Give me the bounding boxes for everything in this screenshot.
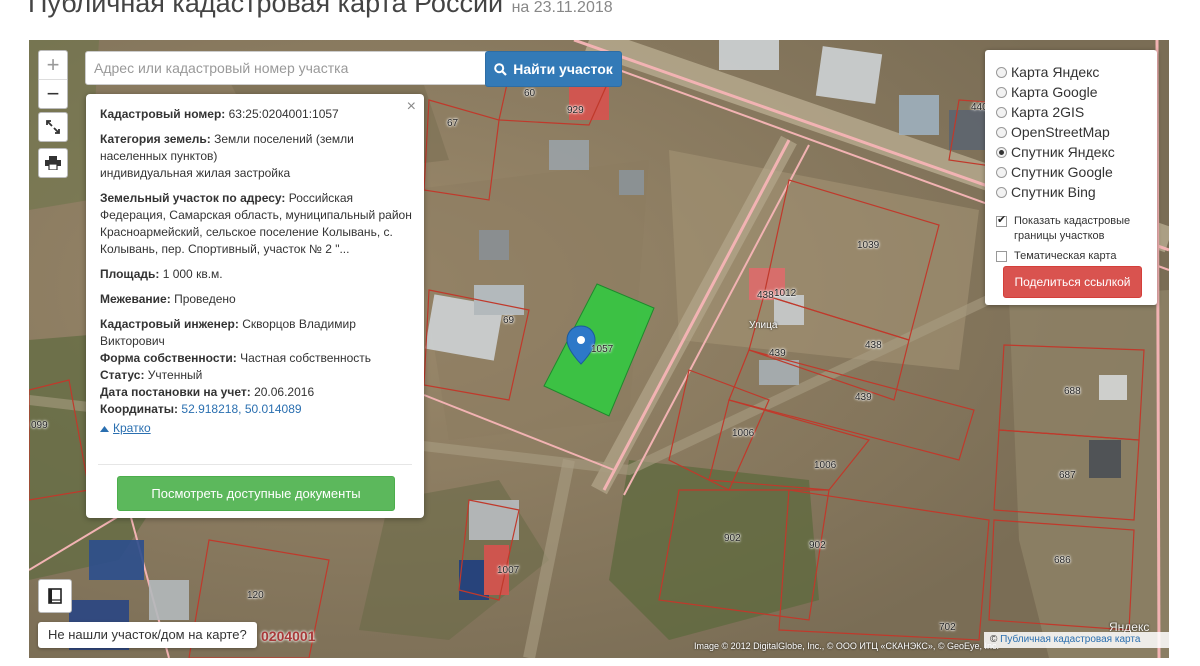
search-input[interactable] [85,51,499,85]
radio-selected-icon[interactable] [996,146,1007,158]
checkbox-icon[interactable] [996,251,1007,262]
parcel-label: 439 [769,348,786,359]
area-row: Площадь: 1 000 кв.м. [100,267,223,281]
zoom-control: + − [38,50,68,109]
radio-icon[interactable] [996,66,1007,78]
search-button[interactable]: Найти участок [485,51,622,87]
cadastral-quarter-label: 0204001 [261,628,316,644]
coordinates-lat-link[interactable]: 52.918218, [181,402,241,416]
parcel-area: 1 000 кв.м. [162,267,223,281]
fullscreen-button[interactable] [38,112,68,142]
coordinates-row: Координаты: 52.918218, 50.014089 [100,402,302,416]
share-link-button[interactable]: Поделиться ссылкой [1003,266,1142,298]
cadastral-number-row: Кадастровый номер: 63:25:0204001:1057 [100,107,339,121]
radio-icon[interactable] [996,106,1007,118]
print-button[interactable] [38,148,68,178]
layer-option-google-satellite[interactable]: Спутник Google [996,164,1113,180]
layer-option-bing-satellite[interactable]: Спутник Bing [996,184,1096,200]
legend-button[interactable] [38,579,72,613]
printer-icon [45,156,61,170]
cadastral-map-link[interactable]: Публичная кадастровая карта [1000,634,1140,645]
parcel-label: 688 [1064,386,1081,397]
cadastral-map[interactable]: 929 60 67 69 1057 1039 1012 438 438 439 … [29,40,1169,658]
status-row: Статус: Учтенный [100,368,203,382]
cadastral-number: 63:25:0204001:1057 [228,107,339,121]
registered-row: Дата постановки на учет: 20.06.2016 [100,385,315,399]
parcel-label: 1007 [497,565,520,576]
radio-icon[interactable] [996,186,1007,198]
layer-option-openstreetmap[interactable]: OpenStreetMap [996,124,1110,140]
triangle-up-icon [100,425,109,432]
parcel-label: 099 [31,420,48,431]
show-boundaries-toggle[interactable]: Показать кадастровые границы участков [996,213,1146,244]
layer-option-yandex-satellite[interactable]: Спутник Яндекс [996,144,1115,160]
parcel-label: 1039 [857,240,880,251]
survey-row: Межевание: Проведено [100,292,236,306]
map-layers-panel: Карта Яндекс Карта Google Карта 2GIS Ope… [985,50,1157,305]
parcel-label: 702 [939,622,956,633]
parcel-label: 902 [724,533,741,544]
layer-option-yandex-map[interactable]: Карта Яндекс [996,64,1099,80]
layer-option-google-map[interactable]: Карта Google [996,84,1098,100]
book-icon [48,588,62,604]
layer-option-2gis-map[interactable]: Карта 2GIS [996,104,1084,120]
page-heading: Публичная кадастровая карта России на 23… [28,0,613,28]
parcel-label: 1006 [814,460,837,471]
land-category-row: Категория земель: Земли поселений (земли… [100,132,354,180]
coordinates-lon-link[interactable]: 50.014089 [245,402,302,416]
radio-icon[interactable] [996,126,1007,138]
page-date: на 23.11.2018 [511,0,613,16]
address-row: Земельный участок по адресу: Российская … [100,191,412,256]
zoom-in-button[interactable]: + [39,51,67,79]
parcel-label: 67 [447,118,459,129]
radio-icon[interactable] [996,86,1007,98]
imagery-attribution: Image © 2012 DigitalGlobe, Inc., © ООО И… [694,641,999,651]
parcel-label: 69 [503,315,515,326]
parcel-label: 1057 [591,344,614,355]
registration-date: 20.06.2016 [254,385,315,399]
search-icon [494,62,507,76]
page-title: Публичная кадастровая карта России [28,0,504,18]
view-documents-button[interactable]: Посмотреть доступные документы [117,476,395,511]
engineer-row: Кадастровый инженер: Скворцов Владимир В… [100,317,356,348]
expand-icon [46,120,60,134]
checkbox-checked-icon[interactable] [996,213,1007,228]
divider [98,464,412,465]
collapse-link[interactable]: Кратко [100,420,151,437]
parcel-label: 929 [567,105,584,116]
radio-icon[interactable] [996,166,1007,178]
zoom-out-button[interactable]: − [39,79,67,108]
parcel-status: Учтенный [147,368,203,382]
thematic-map-toggle[interactable]: Тематическая карта [996,249,1116,264]
parcel-label: 687 [1059,470,1076,481]
not-found-link[interactable]: Не нашли участок/дом на карте? [38,622,257,648]
parcel-label: 438 [865,340,882,351]
parcel-label: 60 [524,88,536,99]
ownership-row: Форма собственности: Частная собственнос… [100,351,372,365]
parcel-label: 120 [247,590,264,601]
parcel-label: 1012 [774,288,797,299]
parcel-label: 439 [855,392,872,403]
ownership-form: Частная собственность [240,351,372,365]
street-label: Улица [749,320,778,331]
copyright-box: © Публичная кадастровая карта [984,632,1169,648]
survey-status: Проведено [174,292,236,306]
parcel-info-popup: × Кадастровый номер: 63:25:0204001:1057 … [86,94,424,518]
permitted-use: индивидуальная жилая застройка [100,166,291,180]
search-button-label: Найти участок [513,61,613,77]
parcel-label: 686 [1054,555,1071,566]
parcel-label: 1006 [732,428,755,439]
parcel-label: 902 [809,540,826,551]
parcel-label: 438 [757,290,774,301]
